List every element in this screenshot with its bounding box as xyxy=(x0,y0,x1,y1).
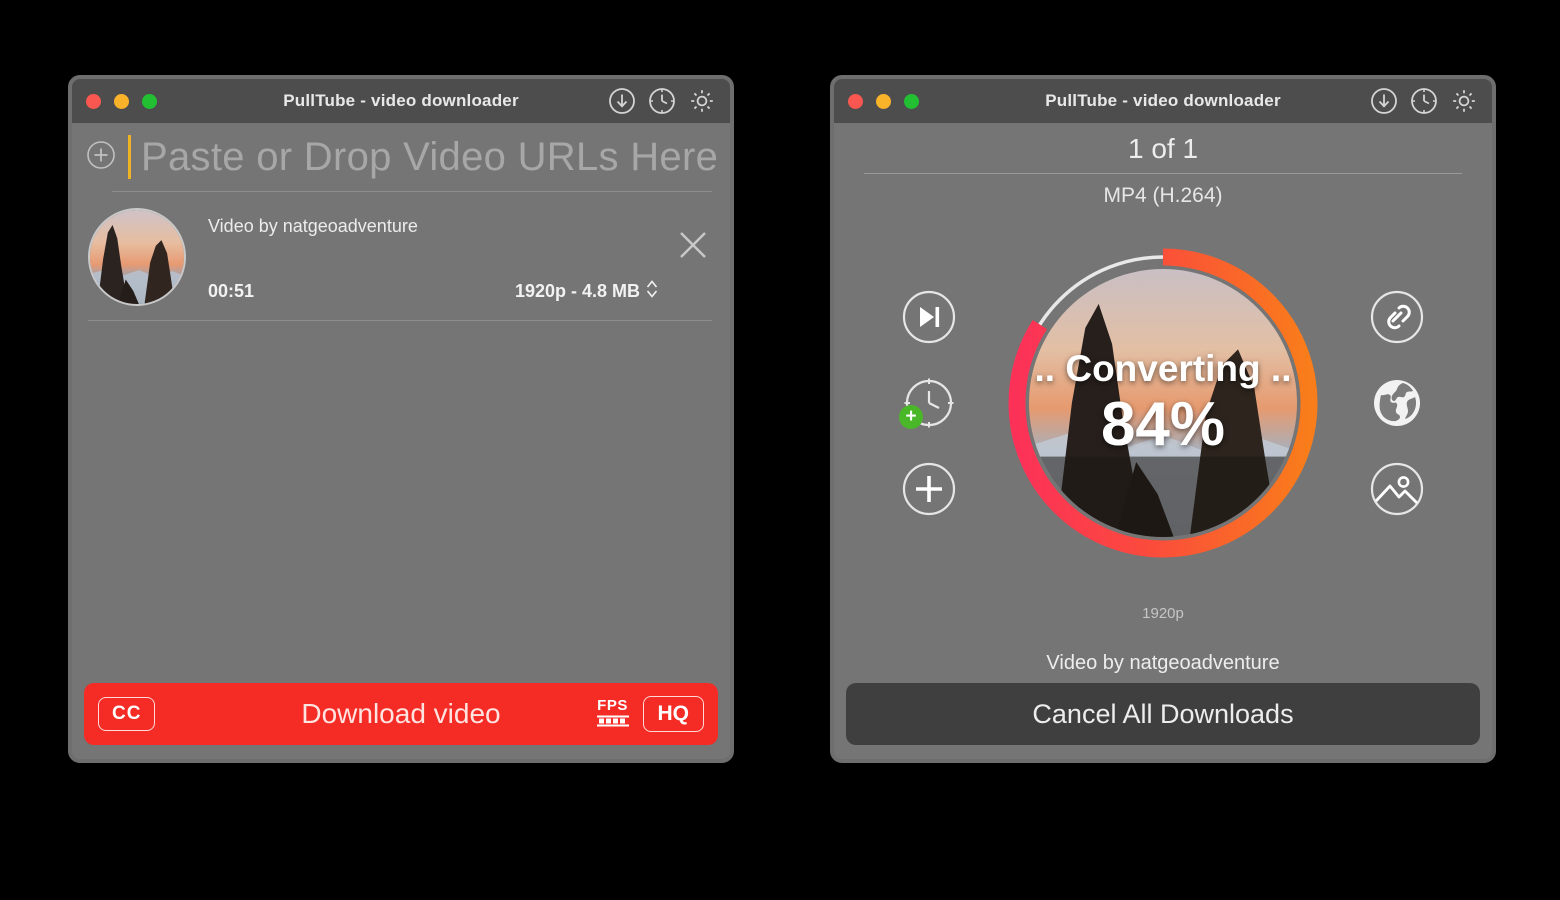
traffic-lights-right xyxy=(848,93,919,109)
titlebar-actions-left xyxy=(608,87,716,115)
right-window-body: 1 of 1 MP4 (H.264) + .. Converting .. 84… xyxy=(834,123,1492,675)
conversion-percent-label: 84% xyxy=(1100,389,1226,459)
text-caret xyxy=(128,135,131,179)
download-video-button[interactable]: CC Download video FPS HQ xyxy=(84,683,718,745)
cc-toggle-button[interactable]: CC xyxy=(98,697,156,731)
item-quality-label: 1920p - 4.8 MB xyxy=(514,281,640,301)
footer-right-controls: FPS HQ xyxy=(596,696,704,732)
pulltube-window-right: PullTube - video downloader 1 of 1 MP4 (… xyxy=(830,75,1496,763)
skip-next-icon[interactable] xyxy=(901,289,957,345)
conversion-status-label: .. Converting .. xyxy=(1034,347,1292,389)
item-title: Video by natgeoadventure xyxy=(208,216,418,236)
conversion-area: + .. Converting .. 84% xyxy=(850,202,1476,603)
close-icon[interactable] xyxy=(676,228,710,267)
queue-count-label: 1 of 1 xyxy=(1127,133,1199,164)
hq-toggle-button[interactable]: HQ xyxy=(642,696,704,732)
plus-circle-icon[interactable] xyxy=(86,140,116,175)
item-details: Video by natgeoadventure 00:51 1920p - 4… xyxy=(208,208,714,304)
close-light[interactable] xyxy=(848,93,863,109)
pulltube-window-left: PullTube - video downloader Paste or Dro… xyxy=(68,75,734,763)
gear-icon[interactable] xyxy=(688,87,716,115)
item-meta: 00:51 1920p - 4.8 MB xyxy=(208,279,714,304)
item-duration: 00:51 xyxy=(208,281,255,301)
cancel-all-downloads-button[interactable]: Cancel All Downloads xyxy=(846,683,1480,745)
item-divider xyxy=(88,320,712,321)
url-input-placeholder[interactable]: Paste or Drop Video URLs Here xyxy=(141,135,716,180)
left-window-body: Paste or Drop Video URLs Here Video by n… xyxy=(72,123,730,673)
clock-icon[interactable] xyxy=(648,87,676,115)
fps-button[interactable]: FPS xyxy=(596,696,629,731)
conversion-status: .. Converting .. 84% xyxy=(1003,243,1323,563)
left-window-footer: CC Download video FPS HQ xyxy=(72,673,730,759)
left-action-icons: + xyxy=(899,289,957,517)
desktop-background: PullTube - video downloader Paste or Dro… xyxy=(0,0,1560,900)
traffic-lights-left xyxy=(86,93,157,109)
conversion-resolution-label: 1920p xyxy=(1142,605,1184,622)
minimize-light[interactable] xyxy=(114,93,129,109)
video-thumbnail xyxy=(88,208,186,306)
download-icon[interactable] xyxy=(1370,87,1398,115)
up-down-chevron-icon[interactable] xyxy=(646,279,658,304)
film-strip-icon xyxy=(596,715,629,731)
link-icon[interactable] xyxy=(1369,289,1425,345)
conversion-progress-ring: .. Converting .. 84% xyxy=(1003,243,1323,563)
conversion-author-label: Video by natgeoadventure xyxy=(1046,652,1280,674)
clock-icon[interactable] xyxy=(1410,87,1438,115)
minimize-light[interactable] xyxy=(876,93,891,109)
titlebar-left: PullTube - video downloader xyxy=(72,79,730,123)
fps-label: FPS xyxy=(597,696,628,714)
item-quality-selector[interactable]: 1920p - 4.8 MB xyxy=(515,279,658,304)
zoom-light[interactable] xyxy=(142,93,157,109)
right-action-icons xyxy=(1369,289,1425,517)
image-icon[interactable] xyxy=(1369,461,1425,517)
plus-icon[interactable] xyxy=(901,461,957,517)
download-list-item[interactable]: Video by natgeoadventure 00:51 1920p - 4… xyxy=(86,192,716,306)
titlebar-actions-right xyxy=(1370,87,1478,115)
clock-add-icon[interactable]: + xyxy=(899,375,957,431)
gear-icon[interactable] xyxy=(1450,87,1478,115)
add-badge-icon[interactable]: + xyxy=(899,404,923,429)
url-input-row[interactable]: Paste or Drop Video URLs Here xyxy=(86,123,716,185)
right-window-footer: Cancel All Downloads xyxy=(834,675,1492,759)
download-icon[interactable] xyxy=(608,87,636,115)
zoom-light[interactable] xyxy=(904,93,919,109)
close-light[interactable] xyxy=(86,93,101,109)
titlebar-right: PullTube - video downloader xyxy=(834,79,1492,123)
globe-icon[interactable] xyxy=(1369,375,1425,431)
